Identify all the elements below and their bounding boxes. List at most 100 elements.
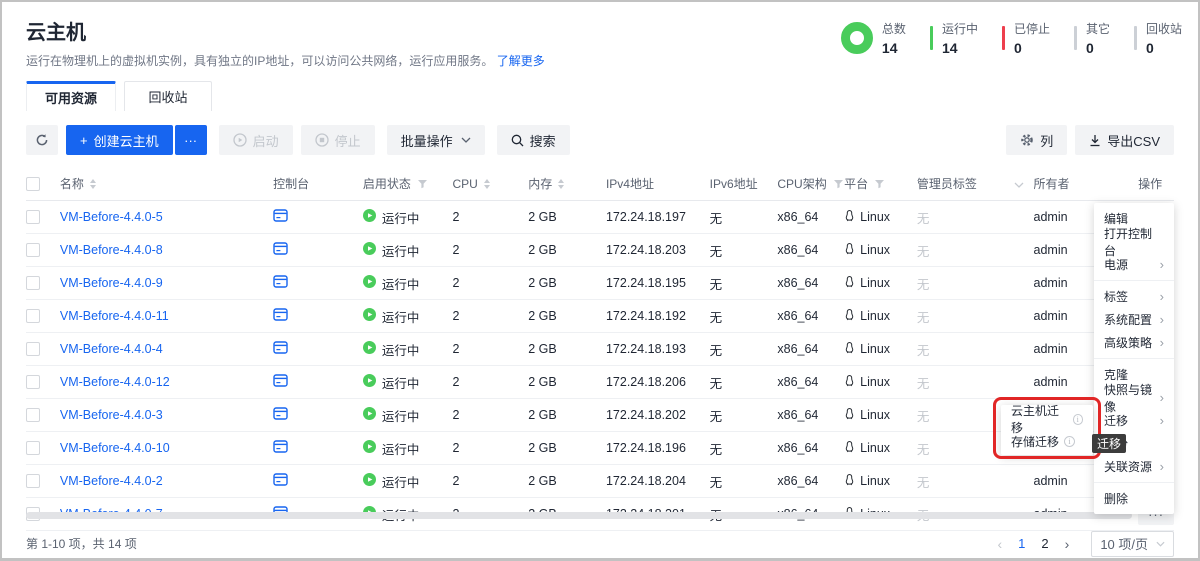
vm-name-link[interactable]: VM-Before-4.4.0-12 [60, 375, 170, 389]
row-checkbox[interactable] [26, 408, 40, 422]
prev-page-button[interactable]: ‹ [998, 536, 1003, 552]
menu-item[interactable]: 系统配置 › [1094, 308, 1174, 331]
console-icon[interactable] [273, 242, 288, 258]
vm-name-link[interactable]: VM-Before-4.4.0-8 [60, 243, 163, 257]
arch-value: x86_64 [777, 342, 818, 356]
export-csv-button[interactable]: 导出CSV [1075, 125, 1174, 155]
vm-name-link[interactable]: VM-Before-4.4.0-10 [60, 441, 170, 455]
create-more-button[interactable]: ··· [175, 125, 207, 155]
row-checkbox[interactable] [26, 243, 40, 257]
col-header-memory[interactable]: 内存 [528, 175, 552, 192]
vm-name-link[interactable]: VM-Before-4.4.0-5 [60, 210, 163, 224]
columns-button[interactable]: 列 [1006, 125, 1067, 155]
row-checkbox[interactable] [26, 441, 40, 455]
menu-item[interactable]: 标签 › [1094, 285, 1174, 308]
menu-item[interactable]: › [1094, 280, 1174, 281]
learn-more-link[interactable]: 了解更多 [497, 54, 545, 68]
page-number[interactable]: 2 [1041, 536, 1048, 551]
sort-icon[interactable] [558, 179, 564, 189]
refresh-button[interactable] [26, 125, 58, 155]
columns-label: 列 [1040, 131, 1053, 150]
page-number[interactable]: 1 [1018, 536, 1025, 551]
row-checkbox[interactable] [26, 276, 40, 290]
menu-item[interactable]: › [1094, 358, 1174, 359]
cpu-value: 2 [453, 441, 460, 455]
filter-icon[interactable] [417, 179, 428, 189]
col-header-cpu[interactable]: CPU [453, 177, 478, 191]
menu-item[interactable]: 打开控制台 › [1094, 230, 1174, 253]
memory-value: 2 GB [528, 408, 557, 422]
stat-total-label: 总数 [882, 20, 906, 37]
vm-name-link[interactable]: VM-Before-4.4.0-2 [60, 474, 163, 488]
stat-color-bar [930, 26, 933, 50]
console-icon[interactable] [273, 440, 288, 456]
console-icon[interactable] [273, 275, 288, 291]
row-checkbox[interactable] [26, 474, 40, 488]
filter-icon[interactable] [833, 179, 844, 189]
vm-name-link[interactable]: VM-Before-4.4.0-11 [60, 309, 169, 323]
arch-value: x86_64 [777, 474, 818, 488]
row-checkbox[interactable] [26, 210, 40, 224]
menu-item[interactable]: › [1094, 482, 1174, 483]
console-icon[interactable] [273, 374, 288, 390]
ipv6-value: 无 [710, 373, 723, 392]
chevron-down-icon [461, 137, 471, 143]
start-button[interactable]: 启动 [219, 125, 293, 155]
status-text: 运行中 [382, 241, 420, 260]
stop-button[interactable]: 停止 [301, 125, 375, 155]
tab[interactable]: 回收站 [124, 81, 212, 111]
batch-actions-button[interactable]: 批量操作 [387, 125, 485, 155]
owner-value: admin [1034, 276, 1068, 290]
vm-name-link[interactable]: VM-Before-4.4.0-4 [60, 342, 163, 356]
cpu-value: 2 [453, 474, 460, 488]
tab[interactable]: 可用资源 [26, 81, 116, 111]
row-checkbox[interactable] [26, 375, 40, 389]
console-icon[interactable] [273, 473, 288, 489]
row-checkbox[interactable] [26, 342, 40, 356]
search-button[interactable]: 搜索 [497, 125, 570, 155]
sort-icon[interactable] [90, 179, 96, 189]
row-checkbox[interactable] [26, 309, 40, 323]
next-page-button[interactable]: › [1065, 536, 1070, 552]
horizontal-scrollbar[interactable] [26, 512, 1132, 519]
table-header-row: 名称 控制台 启用状态 CPU 内存 IPv4地址 IPv6地址 CPU架构 [26, 167, 1174, 201]
select-all-checkbox[interactable] [26, 177, 40, 191]
create-vm-button[interactable]: + 创建云主机 [66, 125, 173, 155]
menu-item[interactable]: 删除 › [1094, 487, 1174, 510]
status-running-icon [363, 209, 376, 225]
vm-name-link[interactable]: VM-Before-4.4.0-9 [60, 276, 163, 290]
cpu-value: 2 [453, 210, 460, 224]
col-header-platform: 平台 [844, 175, 868, 192]
console-icon[interactable] [273, 209, 288, 225]
memory-value: 2 GB [528, 474, 557, 488]
stop-label: 停止 [335, 131, 361, 150]
status-text: 运行中 [382, 439, 420, 458]
submenu-item[interactable]: 存储迁移 i [1001, 430, 1093, 452]
submenu-item[interactable]: 云主机迁移 i [1001, 408, 1093, 430]
sort-icon[interactable] [484, 179, 490, 189]
start-label: 启动 [253, 131, 279, 150]
memory-value: 2 GB [528, 210, 557, 224]
ipv4-value: 172.24.18.197 [606, 210, 686, 224]
col-header-name[interactable]: 名称 [60, 175, 84, 192]
arch-value: x86_64 [777, 309, 818, 323]
page-size-select[interactable]: 10 项/页 [1091, 531, 1174, 557]
status-running-icon [363, 440, 376, 456]
vm-name-link[interactable]: VM-Before-4.4.0-3 [60, 408, 163, 422]
menu-item[interactable]: 关联资源 › [1094, 455, 1174, 478]
collapse-column-icon[interactable] [1014, 177, 1024, 191]
console-icon[interactable] [273, 341, 288, 357]
filter-icon[interactable] [874, 179, 885, 189]
chevron-right-icon: › [1160, 257, 1164, 272]
platform-value: Linux [860, 375, 890, 389]
menu-item[interactable]: 快照与镜像 › [1094, 386, 1174, 409]
console-icon[interactable] [273, 407, 288, 423]
status-text: 运行中 [382, 307, 420, 326]
console-icon[interactable] [273, 308, 288, 324]
menu-item-label: 高级策略 [1104, 334, 1152, 351]
status-running-icon [363, 275, 376, 291]
menu-item[interactable]: 高级策略 › [1094, 331, 1174, 354]
chevron-right-icon: › [1160, 289, 1164, 304]
ipv6-value: 无 [710, 241, 723, 260]
admin-tag-value: 无 [917, 472, 930, 491]
